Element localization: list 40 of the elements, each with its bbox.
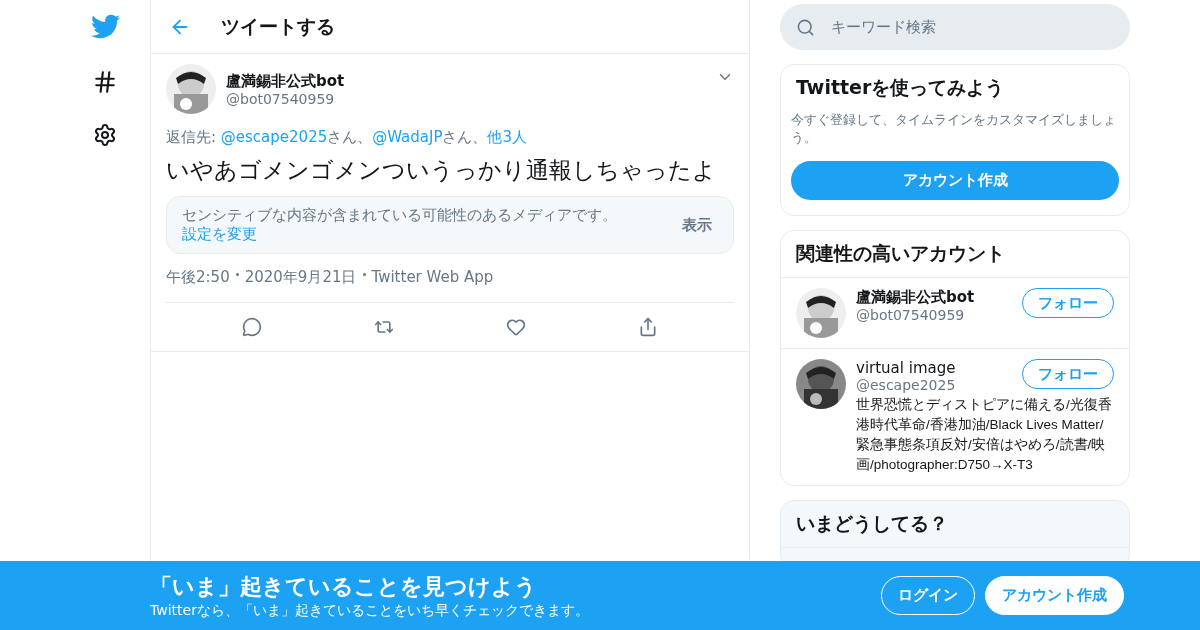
author-name: 盧満錫非公式bot — [226, 71, 346, 91]
page-title: ツイートする — [221, 13, 335, 39]
tweet-meta: 午後2:50 — [166, 268, 230, 287]
login-button[interactable]: ログイン — [881, 576, 975, 615]
signup-button[interactable]: アカウント作成 — [985, 576, 1124, 615]
card-title: Twitterを使ってみよう — [795, 75, 1006, 100]
settings-link[interactable]: 設定を変更 — [182, 225, 257, 243]
bird-icon[interactable] — [90, 12, 120, 41]
settings-icon[interactable] — [93, 123, 117, 147]
card-title: 関連性の高いアカウント — [795, 241, 1006, 266]
sensitive-message: センシティブな内容が含まれている可能性のあるメディアです。 設定を変更 — [182, 206, 618, 244]
account-handle: @escape2025 — [856, 377, 957, 393]
hash-icon[interactable] — [92, 69, 118, 95]
tweet-text: いやあゴメンゴメンついうっかり通報しちゃったよ — [166, 156, 717, 185]
search-field[interactable]: キーワード検索 — [829, 17, 1027, 37]
dot-icon — [362, 273, 366, 276]
dot-icon — [235, 273, 239, 276]
account-bio: 世界恐慌とディストピアに備える/光復香港時代革命/香港加油/Black Lives Matter/緊急事態条項反対/安倍はやめろ/読書/映画/photographer:D750→X-T3 — [856, 396, 1113, 474]
reply-button[interactable] — [242, 317, 262, 337]
mention-link[interactable]: 他3人 — [487, 128, 528, 146]
follow-button[interactable]: フォロー — [1022, 288, 1114, 318]
card-text: 今すぐ登録して、タイムラインをカスタマイズしましょう。 — [791, 111, 1117, 147]
account-handle: @bot07540959 — [856, 307, 966, 323]
show-button[interactable]: 表示 — [676, 214, 718, 236]
banner-subtitle: Twitterなら、「いま」起きていることをいち早くチェックできます。 — [150, 601, 590, 620]
reply-to-line: 返信先: @escape2025さん、@WadaJPさん、他3人 — [166, 128, 529, 147]
like-button[interactable] — [506, 317, 526, 337]
tweet-meta: 2020年9月21日 — [244, 268, 357, 287]
signup-button[interactable]: アカウント作成 — [791, 161, 1119, 200]
tweet-meta: Twitter Web App — [371, 268, 494, 287]
search-icon — [796, 17, 815, 37]
share-button[interactable] — [638, 317, 658, 337]
banner-title: 「いま」起きていることを見つけよう — [150, 572, 538, 601]
account-name: 盧満錫非公式bot — [856, 288, 976, 307]
follow-button[interactable]: フォロー — [1022, 359, 1114, 389]
account-name: virtual image — [856, 359, 957, 377]
card-title: いまどうしてる？ — [781, 501, 1129, 548]
author-handle: @bot07540959 — [226, 90, 336, 107]
mention-link[interactable]: @escape2025 — [220, 128, 328, 146]
mention-link[interactable]: @WadaJP — [372, 128, 443, 146]
